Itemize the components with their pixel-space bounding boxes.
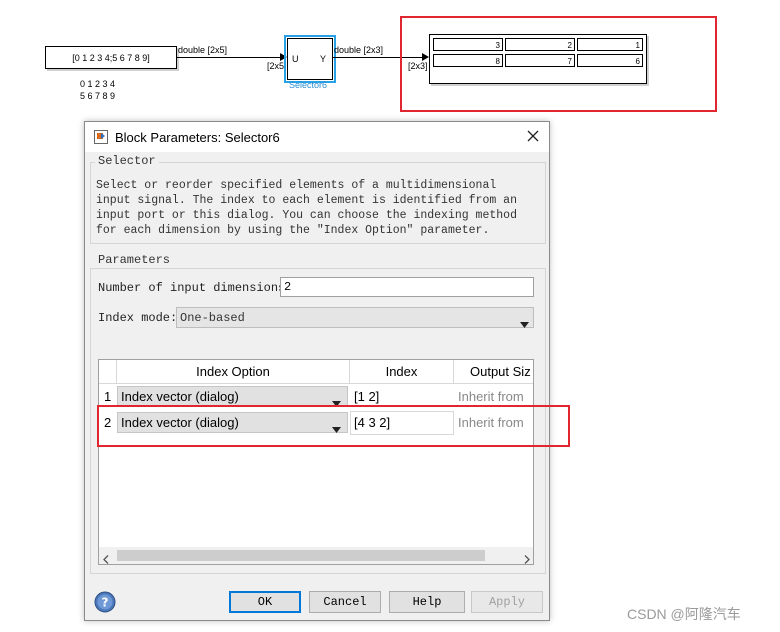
- ok-button[interactable]: OK: [229, 591, 301, 613]
- index-mode-select[interactable]: One-based: [176, 307, 534, 328]
- watermark: CSDN @阿隆汽车: [627, 606, 741, 622]
- display-highlight-box: [400, 16, 717, 112]
- table-header-index-option: Index Option: [117, 360, 350, 384]
- selector-group-title: Selector: [95, 154, 159, 168]
- index-mode-value: One-based: [180, 311, 245, 325]
- parameters-group-title: Parameters: [95, 253, 174, 267]
- close-icon[interactable]: [523, 126, 543, 146]
- table-header-output-size: Output Siz: [454, 360, 533, 384]
- selector-name[interactable]: Selector6: [289, 80, 327, 90]
- signal-arrow-1: [280, 53, 287, 61]
- table-header-index: Index: [350, 360, 454, 384]
- selector-description: Select or reorder specified elements of …: [96, 179, 517, 237]
- horizontal-scrollbar[interactable]: [99, 547, 533, 564]
- num-dims-input[interactable]: [280, 277, 534, 297]
- apply-button[interactable]: Apply: [471, 591, 543, 613]
- table-row-header-corner: [99, 360, 117, 384]
- simulink-block-icon: [94, 130, 108, 144]
- row-number: 1: [104, 389, 112, 404]
- cancel-button[interactable]: Cancel: [309, 591, 381, 613]
- index-table: Index Option Index Output Siz 1 Index ve…: [98, 359, 534, 565]
- num-dims-label: Number of input dimensions:: [98, 281, 293, 295]
- selector-port-u: U: [292, 54, 299, 64]
- dialog-titlebar: Block Parameters: Selector6: [85, 122, 549, 152]
- help-button[interactable]: Help: [389, 591, 465, 613]
- constant-value: [0 1 2 3 4;5 6 7 8 9]: [72, 52, 150, 63]
- selector-block[interactable]: U Y: [284, 35, 336, 83]
- index-option-value: Index vector (dialog): [121, 389, 239, 404]
- matrix-row-1: 0 1 2 3 4: [80, 79, 116, 89]
- index-option-select[interactable]: Index vector (dialog): [117, 386, 348, 407]
- selector-input-dim: [2x5]: [267, 61, 287, 71]
- svg-text:?: ?: [102, 596, 109, 610]
- block-parameters-dialog: Block Parameters: Selector6 Selector Sel…: [84, 121, 550, 621]
- dialog-title: Block Parameters: Selector6: [115, 130, 280, 145]
- output-size-value[interactable]: Inherit from: [458, 389, 524, 404]
- constant-block[interactable]: [0 1 2 3 4;5 6 7 8 9]: [45, 46, 177, 69]
- signal-label-2: double [2x3]: [334, 45, 384, 55]
- signal-line-1[interactable]: [176, 57, 281, 58]
- scroll-right-icon[interactable]: [523, 551, 531, 564]
- help-question-icon[interactable]: ?: [94, 591, 116, 613]
- signal-label-1: double [2x5]: [178, 45, 228, 55]
- row-highlight-box: [97, 405, 570, 447]
- matrix-row-2: 5 6 7 8 9: [80, 91, 116, 101]
- scrollbar-thumb[interactable]: [117, 550, 485, 561]
- selector-port-y: Y: [320, 54, 327, 64]
- index-mode-label: Index mode:: [98, 311, 178, 325]
- scroll-left-icon[interactable]: [102, 551, 110, 564]
- chevron-down-icon: [520, 315, 529, 333]
- index-value[interactable]: [1 2]: [354, 389, 379, 404]
